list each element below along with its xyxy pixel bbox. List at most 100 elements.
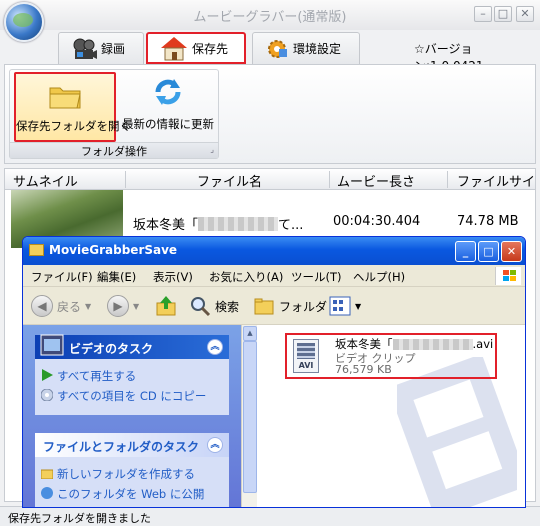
close-button[interactable]: ✕: [516, 6, 534, 22]
file-tasks-title: ファイルとフォルダのタスク: [43, 440, 200, 454]
minimize-button[interactable]: –: [474, 6, 492, 22]
search-icon: [191, 297, 211, 317]
explorer-task-pane: ビデオのタスク ︽ すべて再生する すべての項目を CD にコピー ファイルとフ…: [23, 325, 241, 507]
gear-icon: [268, 39, 287, 58]
explorer-minimize-button[interactable]: _: [455, 241, 476, 262]
play-icon: [42, 369, 53, 381]
search-button[interactable]: 検索: [189, 295, 239, 317]
folders-button[interactable]: フォルダ: [253, 295, 327, 317]
col-filesize[interactable]: ファイルサイ: [457, 171, 535, 190]
film-strip-graphic: [297, 343, 315, 359]
folder-open-icon: [49, 87, 81, 109]
video-tasks-panel: ビデオのタスク ︽ すべて再生する すべての項目を CD にコピー: [35, 334, 229, 415]
star-icon: ☆: [414, 42, 425, 56]
views-button[interactable]: ▼: [329, 295, 361, 317]
explorer-menubar: ファイル(F) 編集(E) 表示(V) お気に入り(A) ツール(T) ヘルプ(…: [23, 265, 525, 287]
task-play-all-label: すべて再生する: [57, 369, 137, 383]
menu-favorites[interactable]: お気に入り(A): [209, 269, 283, 285]
dropdown-icon: ▼: [85, 301, 92, 311]
scroll-thumb[interactable]: [243, 341, 257, 493]
task-copy-to-cd-label: すべての項目を CD にコピー: [57, 389, 207, 403]
file-size: 76,579 KB: [335, 363, 392, 376]
avi-icon-label: AVI: [298, 361, 314, 370]
menu-help[interactable]: ヘルプ(H): [353, 269, 405, 285]
explorer-file-area: AVI 坂本冬美「 .avi ビデオ クリップ 76,579 KB: [257, 325, 525, 507]
cd-icon: [41, 389, 53, 401]
task-pane-scrollbar[interactable]: ▲: [241, 325, 257, 507]
row-filename-text: 坂本冬美「: [133, 218, 199, 233]
file-tasks-panel: ファイルとフォルダのタスク ︽ 新しいフォルダを作成する このフォルダを Web…: [35, 433, 229, 507]
video-tasks-title: ビデオのタスク: [69, 342, 154, 356]
task-play-all[interactable]: すべて再生する: [35, 365, 229, 385]
explorer-window: MovieGrabberSave _ □ ✕ ファイル(F) 編集(E) 表示(…: [22, 236, 526, 508]
new-folder-icon: [41, 469, 53, 479]
tab-record-label: 録画: [101, 42, 126, 56]
app-logo-icon: [4, 2, 44, 42]
col-thumbnail[interactable]: サムネイル: [13, 171, 78, 190]
refresh-icon: [155, 79, 181, 105]
col-duration[interactable]: ムービー長さ: [337, 171, 415, 190]
open-save-folder-button[interactable]: 保存先フォルダを開く: [14, 72, 131, 142]
col-filename[interactable]: ファイル名: [197, 171, 262, 190]
menu-view[interactable]: 表示(V): [153, 269, 193, 285]
collapse-chevron-icon[interactable]: ︽: [207, 339, 223, 355]
back-arrow-icon: ◀: [31, 295, 53, 317]
menu-edit[interactable]: 編集(E): [97, 269, 136, 285]
dropdown-icon: ▼: [133, 301, 140, 311]
film-strip-watermark-icon: [397, 357, 517, 507]
tab-record[interactable]: 録画: [58, 32, 144, 64]
row-duration: 00:04:30.404: [333, 214, 421, 229]
menu-tools[interactable]: ツール(T): [291, 269, 342, 285]
list-header: サムネイル ファイル名 ムービー長さ ファイルサイ: [4, 168, 536, 190]
forward-button[interactable]: ▶ ▼: [107, 295, 139, 317]
scroll-up-icon[interactable]: ▲: [243, 326, 257, 341]
column-divider: [125, 171, 126, 188]
dialog-launcher-icon[interactable]: ⌟: [210, 145, 214, 154]
menu-file[interactable]: ファイル(F): [31, 269, 93, 285]
avi-file-icon: AVI: [293, 339, 319, 373]
back-label: 戻る: [57, 299, 82, 314]
folders-label: フォルダ: [279, 299, 328, 314]
task-copy-to-cd[interactable]: すべての項目を CD にコピー: [35, 385, 229, 405]
group-label-text: フォルダ操作: [81, 145, 147, 158]
video-tasks-header[interactable]: ビデオのタスク ︽: [35, 334, 229, 359]
refresh-button[interactable]: 最新の情報に更新: [118, 72, 218, 142]
up-folder-icon: [156, 296, 176, 316]
redacted-text: [198, 217, 279, 231]
app-title: ムービーグラバー(通常版): [193, 10, 347, 25]
column-divider: [329, 171, 330, 188]
explorer-toolbar: ◀ 戻る ▼ ▶ ▼ 検索 フォルダ ▼: [23, 287, 525, 325]
folders-icon: [254, 298, 274, 315]
maximize-button[interactable]: □: [494, 6, 512, 22]
task-new-folder[interactable]: 新しいフォルダを作成する: [35, 463, 229, 483]
folder-operations-group-label: フォルダ操作 ⌟: [10, 142, 218, 158]
ribbon-panel: 保存先フォルダを開く 最新の情報に更新 フォルダ操作 ⌟: [4, 64, 536, 164]
status-text: 保存先フォルダを開きました: [8, 512, 151, 525]
tab-settings[interactable]: 環境設定: [252, 32, 360, 64]
explorer-title: MovieGrabberSave: [49, 243, 178, 257]
file-name-text: 坂本冬美「: [335, 337, 393, 351]
film-reel-icon: [73, 38, 97, 59]
tab-save-location[interactable]: 保存先: [146, 32, 246, 64]
explorer-maximize-button[interactable]: □: [478, 241, 499, 262]
redacted-text: [392, 339, 473, 350]
refresh-label: 最新の情報に更新: [122, 117, 214, 131]
file-tasks-header[interactable]: ファイルとフォルダのタスク ︽: [35, 433, 229, 457]
task-new-folder-label: 新しいフォルダを作成する: [57, 467, 195, 481]
tab-save-location-label: 保存先: [192, 41, 229, 56]
windows-logo-icon: [495, 267, 521, 285]
explorer-close-button[interactable]: ✕: [501, 241, 522, 262]
task-publish-web[interactable]: このフォルダを Web に公開: [35, 483, 229, 503]
globe-icon: [41, 487, 53, 499]
avi-file-item[interactable]: AVI 坂本冬美「 .avi ビデオ クリップ 76,579 KB: [285, 333, 497, 379]
file-extension: .avi: [472, 337, 494, 351]
folder-icon: [29, 244, 44, 256]
collapse-chevron-icon[interactable]: ︽: [207, 437, 223, 453]
open-save-folder-label: 保存先フォルダを開く: [16, 119, 131, 133]
dropdown-icon: ▼: [355, 301, 362, 311]
search-label: 検索: [215, 299, 240, 314]
row-size: 74.78 MB: [457, 214, 519, 229]
back-button[interactable]: ◀ 戻る ▼: [31, 295, 91, 317]
up-folder-button[interactable]: [155, 295, 177, 317]
task-publish-web-label: このフォルダを Web に公開: [57, 487, 205, 501]
